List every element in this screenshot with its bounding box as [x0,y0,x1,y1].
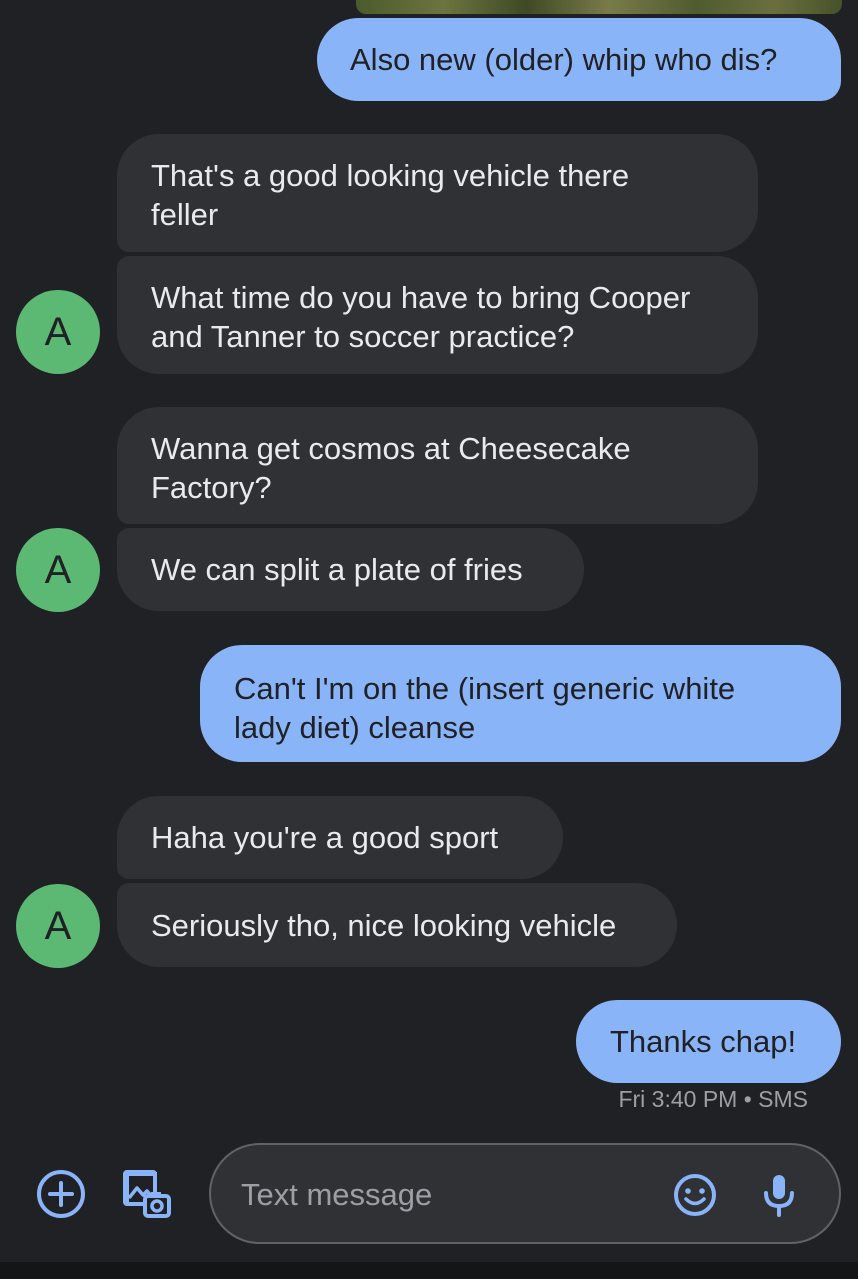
incoming-message-bubble[interactable]: That's a good looking vehicle there fell… [117,134,758,252]
message-text-line: and Tanner to soccer practice? [151,319,575,354]
emoji-icon [674,1174,716,1216]
contact-initial: A [44,548,72,592]
incoming-message-bubble[interactable]: We can split a plate of fries [117,528,584,611]
attached-photo-edge[interactable] [356,0,842,14]
incoming-message-bubble[interactable]: Haha you're a good sport [117,796,563,879]
outgoing-message-bubble[interactable]: Also new (older) whip who dis? [317,18,841,101]
message-text-line: feller [151,197,219,232]
compose-bar [0,1140,858,1250]
outgoing-message-bubble[interactable]: Thanks chap! [576,1000,841,1083]
contact-avatar[interactable]: A [16,884,100,968]
microphone-icon [764,1175,794,1217]
add-circle-icon [37,1170,85,1218]
message-text: Also new (older) whip who dis? [350,42,778,77]
message-timestamp: Fri 3:40 PM • SMS [618,1086,808,1112]
emoji-button[interactable] [667,1167,723,1223]
message-text: Thanks chap! [610,1024,797,1059]
contact-avatar[interactable]: A [16,290,100,374]
incoming-message-bubble[interactable]: Seriously tho, nice looking vehicle [117,883,677,967]
message-input[interactable] [239,1165,643,1225]
message-text-line: Can't I'm on the (insert generic white [234,671,736,706]
message-text-line: lady diet) cleanse [234,710,476,745]
message-text: Seriously tho, nice looking vehicle [151,908,617,943]
message-text-line: Factory? [151,470,272,505]
add-attachment-button[interactable] [33,1166,89,1222]
contact-initial: A [44,904,72,948]
message-input-container[interactable] [209,1143,841,1244]
gallery-button[interactable] [119,1166,175,1222]
message-text-line: What time do you have to bring Cooper [151,280,691,315]
message-text-line: That's a good looking vehicle there [151,158,630,193]
outgoing-message-bubble[interactable]: Can't I'm on the (insert generic white l… [200,645,841,762]
gallery-camera-icon [123,1170,171,1218]
navigation-bar-edge [0,1262,858,1279]
contact-initial: A [44,310,72,354]
message-text: Haha you're a good sport [151,820,499,855]
message-text-line: Wanna get cosmos at Cheesecake [151,431,631,466]
voice-input-button[interactable] [751,1167,807,1223]
incoming-message-bubble[interactable]: Wanna get cosmos at Cheesecake Factory? [117,407,758,524]
contact-avatar[interactable]: A [16,528,100,612]
message-text: We can split a plate of fries [151,552,523,587]
incoming-message-bubble[interactable]: What time do you have to bring Cooper an… [117,256,758,374]
